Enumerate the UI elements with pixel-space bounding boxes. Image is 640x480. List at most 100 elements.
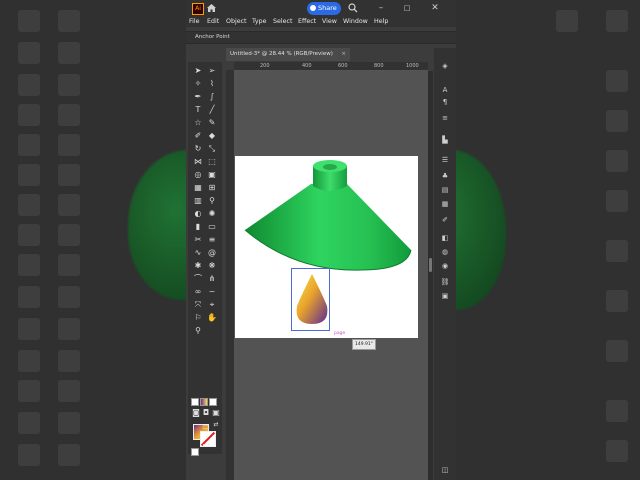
line-tool-icon[interactable]: ╱ [207,105,217,115]
bg-tool-icon [18,10,40,32]
maximize-button[interactable]: □ [398,2,416,14]
character-icon[interactable]: A [440,86,450,94]
selection-tool-icon[interactable]: ➤ [193,66,203,76]
menu-view[interactable]: View [322,16,337,27]
color-mode-icon[interactable] [191,398,199,406]
direct-selection-tool-icon[interactable]: ➢ [207,66,217,76]
swap-colors-icon[interactable]: ⇄ [211,420,221,430]
bg-tool-icon [58,104,80,126]
draw-behind-icon[interactable]: ◘ [201,408,211,418]
bg-panel-icon [606,70,628,92]
twirl-tool-icon[interactable]: @ [207,248,217,258]
artboard-tool-icon[interactable]: ▭ [207,222,217,232]
gradient-tool-icon[interactable]: ▥ [193,196,203,206]
join-tool-icon[interactable]: ⌒ [193,274,203,284]
screen-mode-icon[interactable]: ▭ [201,422,211,432]
perspective-grid-icon[interactable]: ▦ [193,183,203,193]
brushes-icon[interactable]: ✐ [440,216,450,224]
anchor-tool-icon[interactable]: ⌖ [207,300,217,310]
none-mode-icon[interactable] [209,398,217,406]
lasso-icon[interactable]: ⌇ [207,79,217,89]
shaper-tool-icon[interactable]: ✐ [193,131,203,141]
hand-tool-icon[interactable]: ✋ [207,313,217,323]
bg-tool-icon [58,318,80,340]
horizontal-ruler: 200 400 600 800 1000 [234,62,428,71]
blend-tool-icon[interactable]: ◐ [193,209,203,219]
selection-bounding-box[interactable] [291,268,330,331]
pattern-tool-icon[interactable]: ∞ [193,287,203,297]
reshape-tool-icon[interactable]: ⤧ [193,300,203,310]
paragraph-icon[interactable]: ¶ [440,98,450,106]
draw-normal-icon[interactable]: ◙ [191,408,201,418]
more-tools-icon[interactable]: ⋯ [201,440,211,450]
star-tool-icon[interactable]: ☆ [193,118,203,128]
panel-collapse-icon[interactable]: ◫ [440,466,450,474]
layers-icon[interactable]: ◈ [440,62,450,70]
eraser-icon[interactable]: ◆ [207,131,217,141]
column-graph-icon[interactable]: ▮ [193,222,203,232]
live-paint-icon[interactable]: ▣ [207,170,217,180]
menu-edit[interactable]: Edit [207,16,219,27]
stroke-panel-icon[interactable]: ☰ [440,156,450,164]
gradient-mode-icon[interactable] [200,398,208,406]
warp-tool-icon[interactable]: ∿ [193,248,203,258]
bg-panel-icon [606,110,628,132]
symbol-sprayer-icon[interactable]: ✺ [207,209,217,219]
vertical-scrollbar[interactable] [428,71,433,480]
menu-effect[interactable]: Effect [298,16,316,27]
blurred-background-left [0,0,186,480]
menu-select[interactable]: Select [273,16,292,27]
scale-tool-icon[interactable]: ⤡ [207,144,217,154]
magic-wand-icon[interactable]: ✧ [193,79,203,89]
width-tool-icon[interactable]: ⋈ [193,157,203,167]
pen-tool-icon[interactable]: ✒ [193,92,203,102]
eyedropper-icon[interactable]: ⚲ [207,196,217,206]
menu-help[interactable]: Help [374,16,388,27]
eyedropper-tool-icon[interactable]: ⚐ [193,313,203,323]
paintbrush-icon[interactable]: ✎ [207,118,217,128]
color-guide-icon[interactable]: ◧ [440,234,450,242]
shape-builder-icon[interactable]: ◎ [193,170,203,180]
pathfinder-icon[interactable]: ▙ [440,136,450,144]
appearance-icon[interactable]: ◍ [440,248,450,256]
home-icon[interactable] [206,3,217,13]
ruler-tick: 800 [374,63,384,69]
draw-inside-icon[interactable]: ▣ [211,408,221,418]
bar-graph-icon[interactable]: ≡ [207,235,217,245]
pucker-tool-icon[interactable]: ✱ [193,261,203,271]
graphic-styles-icon[interactable]: ▤ [440,186,450,194]
document-tab[interactable]: Untitled-3* @ 28.44 % (RGB/Preview) × [226,48,350,61]
align-icon[interactable]: ≡ [440,114,450,122]
bg-cone-shape [128,150,186,300]
scrollbar-thumb[interactable] [429,258,432,272]
control-bar-label: Anchor Point [195,34,230,40]
swatches-icon[interactable]: ▦ [440,200,450,208]
type-tool-icon[interactable]: T [193,105,203,115]
mesh-tool-icon[interactable]: ⊞ [207,183,217,193]
curve-tool-icon[interactable]: ~ [207,287,217,297]
menu-window[interactable]: Window [343,16,368,27]
share-button[interactable]: Share [307,2,341,15]
free-transform-icon[interactable]: ⬚ [207,157,217,167]
scissors-icon[interactable]: ⋔ [207,274,217,284]
minimize-button[interactable]: – [372,2,390,14]
user-icon [310,5,316,11]
close-window-button[interactable]: ✕ [426,2,444,14]
symbols-icon[interactable]: ♣ [440,172,450,180]
rotate-tool-icon[interactable]: ↻ [193,144,203,154]
menu-file[interactable]: File [189,16,200,27]
transparency-icon[interactable]: ◉ [440,262,450,270]
links-icon[interactable]: ⛓ [440,278,450,286]
menu-type[interactable]: Type [252,16,266,27]
bg-tool-icon [18,286,40,308]
gradient-panel-icon[interactable]: ▣ [440,292,450,300]
zoom-tool-icon[interactable]: ⚲ [193,326,203,336]
search-icon[interactable] [348,3,358,13]
cone-shape[interactable] [244,160,412,271]
close-tab-icon[interactable]: × [341,48,346,61]
slice-tool-icon[interactable]: ✂ [193,235,203,245]
crystallize-icon[interactable]: ❋ [207,261,217,271]
default-colors-icon[interactable] [191,448,199,456]
menu-object[interactable]: Object [226,16,247,27]
curvature-tool-icon[interactable]: ∫ [207,92,217,102]
